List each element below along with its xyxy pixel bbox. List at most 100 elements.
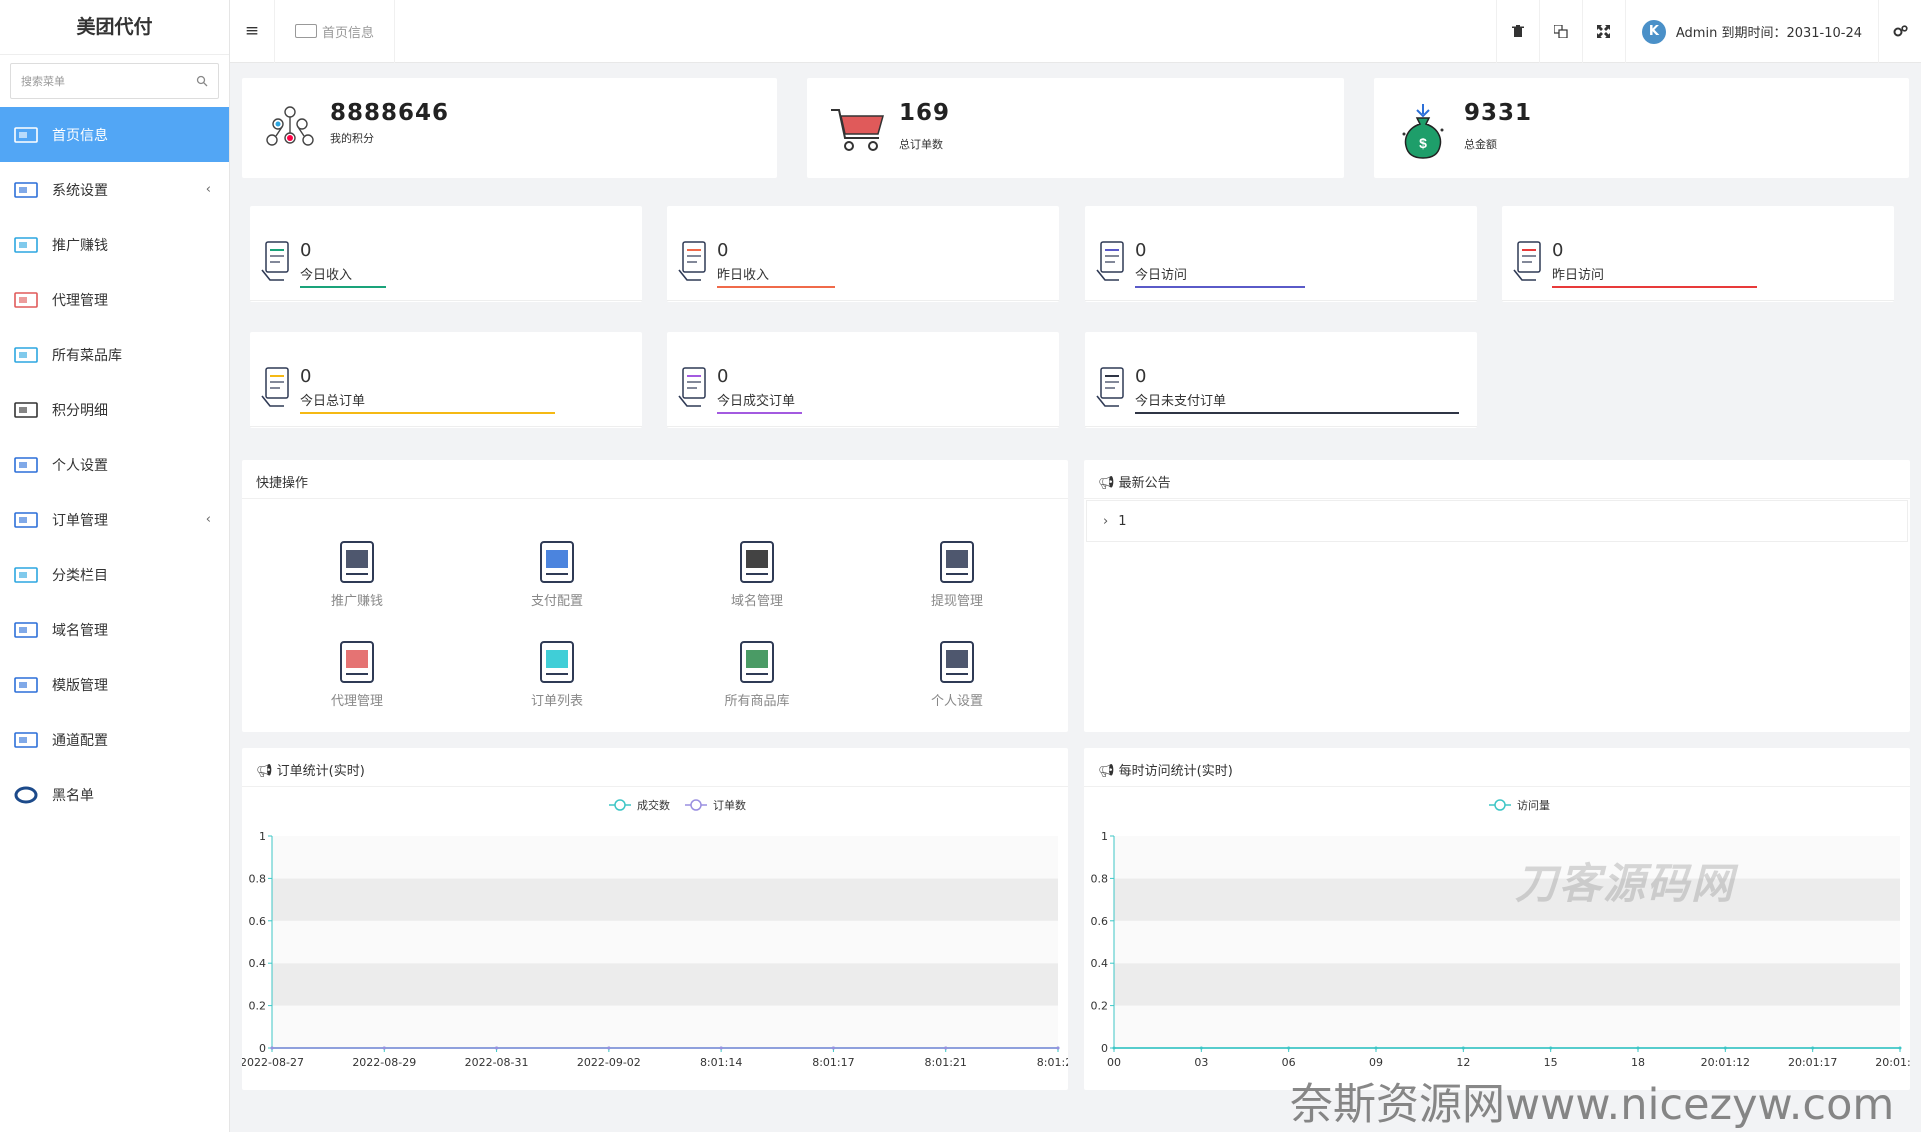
stat-card-orders: 169 总订单数	[807, 78, 1344, 178]
series-point	[831, 1046, 835, 1050]
income-icon	[261, 241, 289, 281]
settings-icon	[14, 181, 38, 199]
notice-item[interactable]: › 1	[1086, 500, 1908, 542]
chart-grid-band	[272, 836, 1058, 879]
legend-label: 订单数	[713, 799, 746, 812]
legend-label: 访问量	[1517, 799, 1550, 812]
quick-action-item[interactable]: 推广赚钱	[297, 538, 417, 609]
sidebar-item-9[interactable]: 域名管理	[0, 602, 229, 657]
quick-action-item[interactable]: 提现管理	[897, 538, 1017, 609]
translate-button[interactable]	[1538, 0, 1582, 63]
sidebar-item-4[interactable]: 所有菜品库	[0, 327, 229, 382]
clear-cache-button[interactable]	[1495, 0, 1539, 63]
chart-grid-band	[1114, 920, 1900, 964]
chart-grid-band	[1114, 1005, 1900, 1048]
sidebar-item-12[interactable]: 黑名单	[0, 767, 229, 822]
sidebar-item-5[interactable]: 积分明细	[0, 382, 229, 437]
small-stat-value: 0	[1135, 240, 1147, 261]
sidebar-item-3[interactable]: 代理管理	[0, 272, 229, 327]
order-done-icon	[678, 367, 706, 407]
gears-icon	[1893, 25, 1908, 37]
card-bottom-shadow	[1085, 426, 1477, 427]
quick-action-item[interactable]: 支付配置	[497, 538, 617, 609]
x-tick-label: 8:01:14	[700, 1056, 742, 1069]
quick-action-item[interactable]: 代理管理	[297, 638, 417, 709]
series-point	[1549, 1046, 1553, 1050]
product-library-icon	[740, 641, 774, 683]
visitors-icon	[1096, 241, 1124, 281]
stat-card-points: 8888646 我的积分	[242, 78, 777, 178]
sidebar-item-2[interactable]: 推广赚钱	[0, 217, 229, 272]
sidebar-item-8[interactable]: 分类栏目	[0, 547, 229, 602]
y-tick-label: 0	[259, 1042, 266, 1055]
x-tick-label: 2022-08-31	[465, 1056, 529, 1069]
y-tick-label: 1	[1101, 830, 1108, 843]
sidebar-item-11[interactable]: 通道配置	[0, 712, 229, 767]
small-stat-label: 今日成交订单	[717, 394, 796, 409]
points-icon	[266, 106, 314, 146]
small-stat-card: 0 昨日收入	[667, 206, 1059, 302]
quick-actions-panel: 快捷操作 推广赚钱 支付配置 域名管理 提现管理 代理管理 订单列表 所有商品库 个人设置	[242, 460, 1068, 732]
sidebar-item-1[interactable]: 系统设置 ‹	[0, 162, 229, 217]
sidebar-item-label: 域名管理	[52, 622, 108, 639]
stat-points-label: 我的积分	[330, 132, 374, 145]
series-point	[382, 1046, 386, 1050]
megaphone-icon: 📢︎	[256, 764, 273, 779]
income-hand-icon	[678, 241, 706, 281]
quick-action-label: 域名管理	[730, 594, 783, 609]
menu-toggle-button[interactable]: ≡	[230, 0, 275, 63]
agent-icon	[14, 291, 38, 309]
divider	[1084, 498, 1910, 499]
small-stat-label: 今日访问	[1135, 268, 1188, 283]
user-settings-icon	[14, 456, 38, 474]
series-point	[607, 1046, 611, 1050]
domain-icon	[740, 541, 774, 583]
legend-marker	[614, 799, 626, 811]
x-tick-label: 03	[1194, 1056, 1208, 1069]
y-tick-label: 0.8	[1091, 872, 1109, 885]
sidebar-item-7[interactable]: 订单管理 ‹	[0, 492, 229, 547]
stat-amount-label: 总金额	[1464, 138, 1497, 151]
fullscreen-button[interactable]	[1581, 0, 1625, 63]
quick-action-item[interactable]: 订单列表	[497, 638, 617, 709]
app-logo: 美团代付	[0, 0, 229, 55]
order-unpaid-icon	[1096, 367, 1124, 407]
menu-search-input[interactable]: 搜索菜单	[10, 63, 219, 99]
order-chart-panel: 📢︎ 订单统计(实时) 0 0.2 0.4 0.6 0.8 1 2022-08-27 2022…	[242, 748, 1068, 1090]
template-icon	[14, 676, 38, 694]
x-tick-label: 12	[1456, 1056, 1470, 1069]
x-tick-label: 09	[1369, 1056, 1383, 1069]
small-stat-underline	[300, 286, 386, 288]
card-bottom-shadow	[667, 300, 1059, 301]
top-bar: ≡ 首页信息 K Admin 到期时间：2031-10-24	[230, 0, 1921, 63]
sidebar-item-label: 模版管理	[52, 677, 108, 694]
blacklist-icon	[14, 786, 38, 804]
sidebar-menu: 首页信息 系统设置 ‹ 推广赚钱 代理管理所有菜品库积分明细 个人设置 订单管理 ‹ 分类栏目域…	[0, 107, 229, 822]
user-menu[interactable]: K Admin 到期时间：2031-10-24	[1624, 0, 1878, 63]
series-point	[719, 1046, 723, 1050]
orders-icon	[14, 511, 38, 529]
small-stat-value: 0	[717, 366, 729, 387]
settings-button[interactable]	[1878, 0, 1921, 63]
quick-action-label: 代理管理	[330, 694, 383, 709]
sidebar-item-0[interactable]: 首页信息	[0, 107, 229, 162]
series-point	[270, 1046, 274, 1050]
small-stat-card: 0 今日访问	[1085, 206, 1477, 302]
quick-action-item[interactable]: 所有商品库	[697, 638, 817, 709]
money-bag-icon: $	[1402, 104, 1444, 159]
sidebar-item-10[interactable]: 模版管理	[0, 657, 229, 712]
stat-card-amount: $ 9331 总金额	[1374, 78, 1909, 178]
breadcrumb-tab[interactable]: 首页信息	[275, 0, 396, 63]
quick-action-item[interactable]: 个人设置	[897, 638, 1017, 709]
avatar: K	[1641, 19, 1666, 44]
user-expiry-text: Admin 到期时间：2031-10-24	[1675, 26, 1862, 41]
card-bottom-shadow	[250, 300, 642, 301]
sidebar-item-label: 所有菜品库	[52, 347, 122, 364]
promote-icon	[14, 236, 38, 254]
order-chart-title-row: 📢︎ 订单统计(实时)	[256, 760, 365, 779]
sidebar-item-6[interactable]: 个人设置	[0, 437, 229, 492]
promote-icon	[340, 541, 374, 583]
order-chart: 0 0.2 0.4 0.6 0.8 1 2022-08-27 2022-08-29 2022-0…	[242, 798, 1068, 1069]
quick-action-item[interactable]: 域名管理	[697, 538, 817, 609]
notice-title: 最新公告	[1118, 476, 1171, 491]
